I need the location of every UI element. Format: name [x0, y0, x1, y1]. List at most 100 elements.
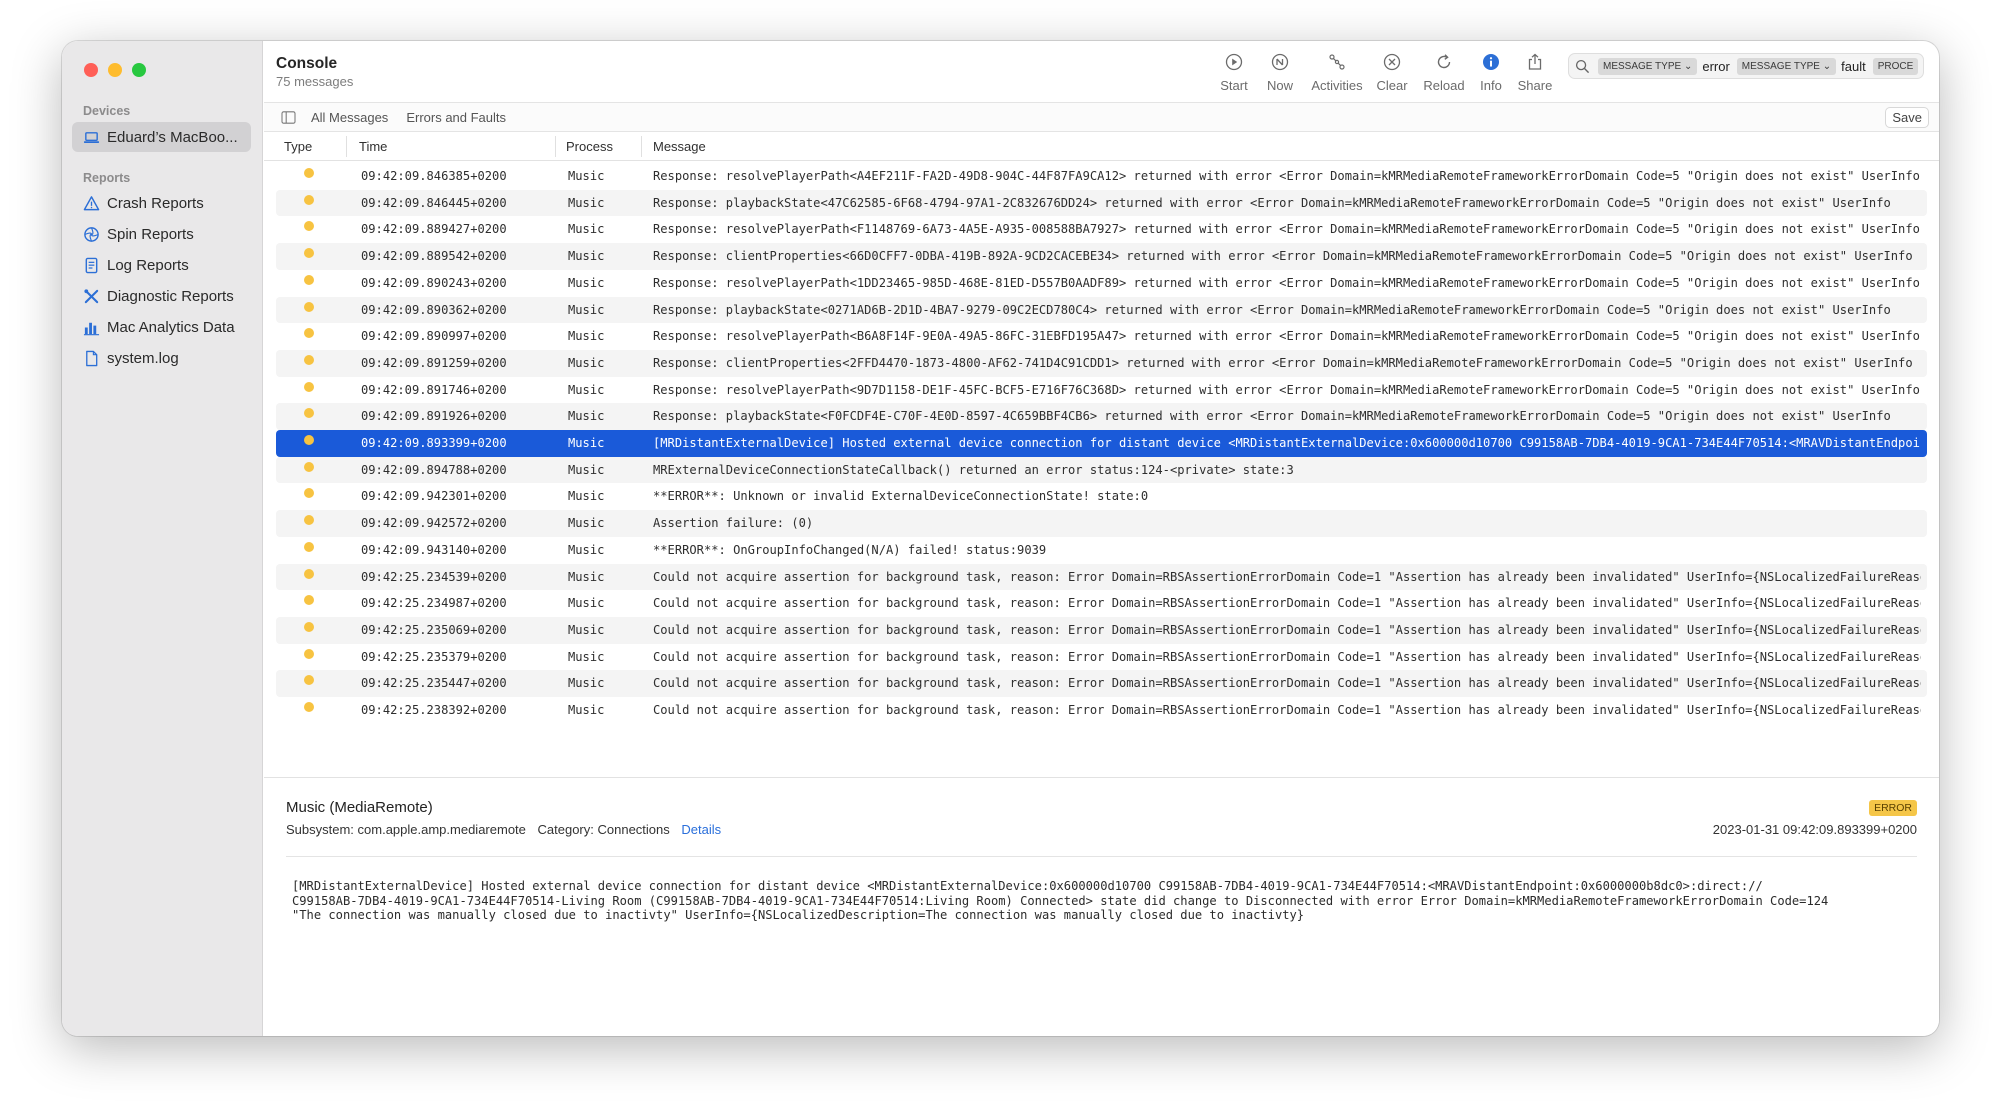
column-divider[interactable] — [555, 136, 556, 157]
table-row[interactable]: 09:42:09.890243+0200 Music Response: resol… — [276, 270, 1927, 297]
reports-header: Reports — [83, 171, 131, 185]
spin-icon — [84, 226, 99, 242]
save-button[interactable]: Save — [1885, 107, 1929, 128]
document-icon — [85, 257, 98, 273]
detail-message[interactable]: [MRDistantExternalDevice] Hosted externa… — [292, 879, 1899, 923]
divider — [286, 856, 1917, 857]
row-message: Response: resolvePlayerPath<F1148769-6A7… — [653, 222, 1920, 237]
sidebar-item-system-log[interactable]: system.log — [72, 343, 251, 373]
sidebar-item-mac-analytics-data[interactable]: Mac Analytics Data — [72, 312, 251, 342]
detail-panel: Music (MediaRemote) Subsystem: com.apple… — [264, 777, 1939, 1036]
table-row[interactable]: 09:42:25.234539+0200 Music Could not acqui… — [276, 563, 1927, 591]
sidebar-item-device[interactable]: Eduard’s MacBoo... — [72, 122, 251, 152]
row-process: Music — [568, 622, 605, 637]
details-link[interactable]: Details — [681, 822, 721, 837]
column-divider[interactable] — [346, 136, 347, 157]
sidebar-toggle-icon[interactable] — [281, 110, 296, 124]
zoom-window-button[interactable] — [132, 63, 146, 77]
column-divider[interactable] — [641, 136, 642, 157]
now-button[interactable]: Now — [1249, 53, 1311, 93]
table-row[interactable]: 09:42:09.890997+0200 Music Response: resol… — [276, 323, 1927, 350]
table-row[interactable]: 09:42:09.891926+0200 Music Response: playb… — [276, 403, 1927, 430]
row-time: 09:42:25.234539+0200 — [361, 569, 507, 584]
log-table[interactable]: 09:42:09.846385+0200 Music Response: resol… — [276, 163, 1927, 776]
table-row[interactable]: 09:42:09.891746+0200 Music Response: resol… — [276, 377, 1927, 404]
row-process: Music — [568, 249, 605, 264]
detail-category: Category: Connections — [537, 822, 670, 837]
column-type[interactable]: Type — [284, 139, 312, 154]
table-row[interactable]: 09:42:25.235447+0200 Music Could not acqui… — [276, 670, 1927, 697]
search-token-message-type[interactable]: MESSAGE TYPE ⌄ — [1736, 57, 1837, 75]
row-process: Music — [568, 195, 605, 210]
row-message: Could not acquire assertion for backgrou… — [653, 622, 1921, 637]
row-process: Music — [568, 222, 605, 237]
row-message: Response: resolvePlayerPath<9D7D1158-DE1… — [653, 382, 1920, 397]
sidebar-item-diagnostic-reports[interactable]: Diagnostic Reports — [72, 281, 251, 311]
column-message[interactable]: Message — [653, 139, 706, 154]
sidebar-item-label: Diagnostic Reports — [107, 287, 234, 305]
row-message: Could not acquire assertion for backgrou… — [653, 649, 1921, 664]
row-process: Music — [568, 409, 605, 424]
row-process: Music — [568, 329, 605, 344]
table-row[interactable]: 09:42:09.891259+0200 Music Response: clien… — [276, 349, 1927, 377]
table-row[interactable]: 09:42:09.893399+0200 Music [MRDistantExter… — [276, 430, 1927, 457]
search-token-process[interactable]: PROCE — [1872, 57, 1919, 75]
sidebar-item-label: Log Reports — [107, 256, 189, 274]
table-row[interactable]: 09:42:25.234987+0200 Music Could not acqui… — [276, 590, 1927, 617]
share-label: Share — [1517, 78, 1553, 93]
table-row[interactable]: 09:42:09.889427+0200 Music Response: resol… — [276, 216, 1927, 243]
row-message: **ERROR**: OnGroupInfoChanged(N/A) faile… — [653, 542, 1047, 557]
detail-title: Music (MediaRemote) — [286, 799, 433, 816]
sidebar-item-log-reports[interactable]: Log Reports — [72, 250, 251, 280]
clear-icon — [1383, 53, 1401, 71]
message-type-dot — [304, 675, 314, 686]
activities-button[interactable]: Activities — [1306, 53, 1368, 93]
table-row[interactable]: 09:42:09.846445+0200 Music Response: playb… — [276, 189, 1927, 217]
row-message: Response: clientProperties<66D0CFF7-0DBA… — [653, 249, 1913, 264]
row-process: Music — [568, 542, 605, 557]
table-row[interactable]: 09:42:09.942572+0200 Music Assertion failu… — [276, 510, 1927, 537]
table-row[interactable]: 09:42:09.846385+0200 Music Response: resol… — [276, 163, 1927, 190]
search-token-message-type[interactable]: MESSAGE TYPE ⌄ — [1598, 57, 1698, 75]
row-time: 09:42:09.890997+0200 — [361, 329, 507, 344]
minimize-window-button[interactable] — [108, 63, 122, 77]
row-process: Music — [568, 569, 605, 584]
table-row[interactable]: 09:42:25.235379+0200 Music Could not acqui… — [276, 644, 1927, 671]
row-message: Response: playbackState<F0FCDF4E-C70F-4E… — [653, 409, 1891, 424]
table-row[interactable]: 09:42:25.238392+0200 Music Could not acqui… — [276, 697, 1927, 724]
message-type-dot — [304, 435, 314, 445]
message-type-dot — [304, 168, 314, 178]
table-row[interactable]: 09:42:09.890362+0200 Music Response: playb… — [276, 296, 1927, 324]
share-button[interactable]: Share — [1504, 53, 1566, 93]
row-time: 09:42:09.891259+0200 — [361, 355, 507, 370]
row-process: Music — [568, 703, 605, 717]
info-icon — [1483, 54, 1499, 70]
file-icon — [86, 350, 98, 366]
tab-all-messages[interactable]: All Messages — [311, 110, 388, 125]
row-process: Music — [568, 169, 605, 183]
clear-label: Clear — [1376, 78, 1408, 93]
row-process: Music — [568, 596, 605, 611]
table-row[interactable]: 09:42:09.943140+0200 Music **ERROR**: OnGr… — [276, 537, 1927, 564]
tab-errors-and-faults[interactable]: Errors and Faults — [406, 110, 506, 125]
message-type-dot — [304, 274, 314, 285]
search-icon — [1575, 59, 1590, 73]
table-row[interactable]: 09:42:25.235069+0200 Music Could not acqui… — [276, 616, 1927, 644]
search-field[interactable]: MESSAGE TYPE ⌄ error MESSAGE TYPE ⌄ faul… — [1568, 53, 1924, 79]
column-time[interactable]: Time — [359, 139, 387, 154]
table-row[interactable]: 09:42:09.889542+0200 Music Response: clien… — [276, 243, 1927, 270]
row-process: Music — [568, 516, 605, 531]
column-process[interactable]: Process — [566, 139, 613, 154]
row-message: Could not acquire assertion for backgrou… — [653, 703, 1921, 717]
message-type-dot — [304, 702, 314, 712]
sidebar-item-crash-reports[interactable]: Crash Reports — [72, 188, 251, 218]
row-time: 09:42:09.889542+0200 — [361, 249, 507, 264]
reload-label: Reload — [1423, 78, 1465, 93]
sidebar-item-spin-reports[interactable]: Spin Reports — [72, 219, 251, 249]
warning-triangle-icon — [83, 195, 100, 210]
close-window-button[interactable] — [84, 63, 98, 77]
row-time: 09:42:09.846385+0200 — [361, 169, 507, 183]
table-row[interactable]: 09:42:09.894788+0200 Music MRExternalDevic… — [276, 456, 1927, 484]
message-type-dot — [304, 381, 314, 392]
table-row[interactable]: 09:42:09.942301+0200 Music **ERROR**: Unkn… — [276, 483, 1927, 510]
